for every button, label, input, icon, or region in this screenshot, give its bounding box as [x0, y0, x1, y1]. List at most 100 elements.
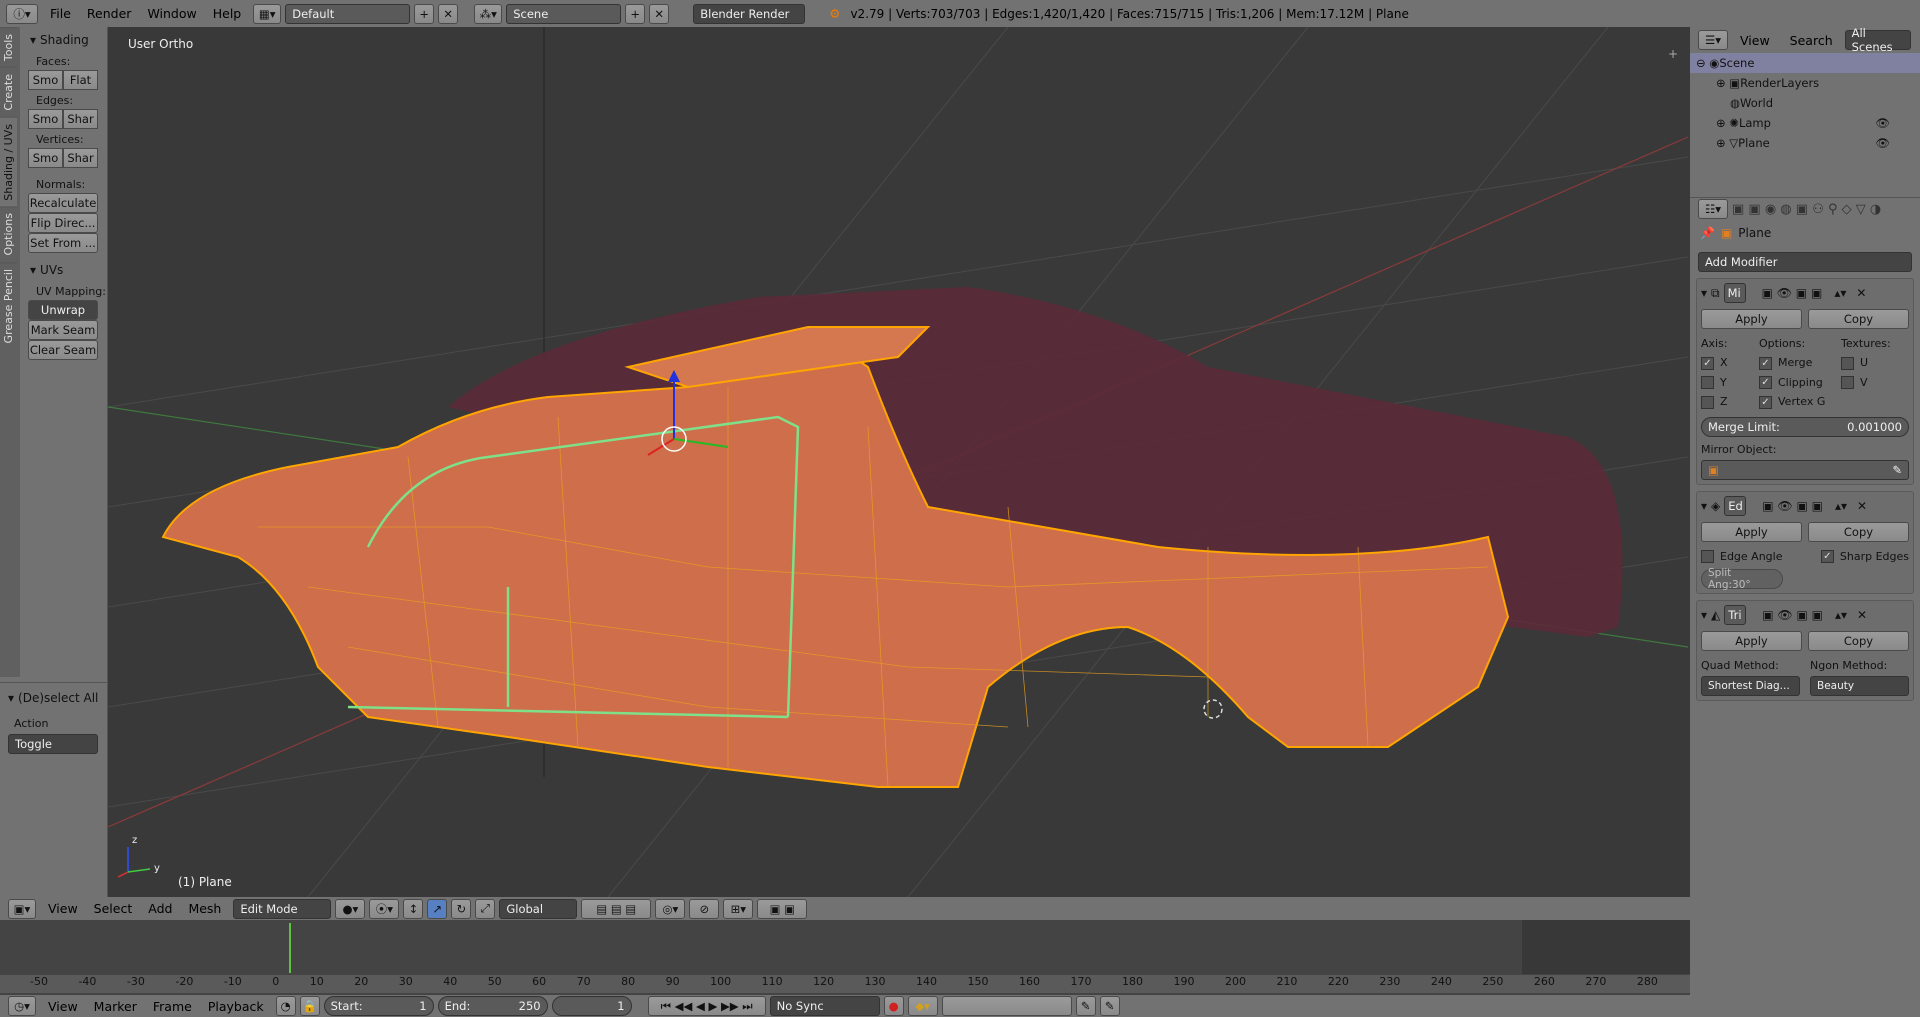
unwrap-menu-button[interactable]: Unwrap — [28, 300, 98, 320]
triangulate-collapse-icon[interactable]: ▾ — [1701, 608, 1707, 622]
tab-grease-pencil[interactable]: Grease Pencil — [0, 261, 17, 350]
rotate-button[interactable]: ↻ — [451, 898, 472, 919]
shading-panel-header[interactable]: ▾ Shading — [22, 29, 107, 51]
pin-icon[interactable]: 📌 — [1700, 226, 1715, 240]
outliner-item-plane[interactable]: ⊕ ▽ Plane 👁 — [1690, 133, 1920, 153]
playback-controls[interactable]: ⏮ ◀◀ ◀ ▶ ▶▶ ⏭ — [647, 996, 766, 1016]
lamp-visibility-icon[interactable]: 👁 — [1875, 116, 1890, 130]
add-layout-button[interactable]: + — [414, 3, 435, 24]
ngon-method-select[interactable]: Beauty — [1810, 676, 1909, 696]
mirror-display-icons[interactable]: ▣ 👁 ▣ ▣ — [1762, 286, 1823, 300]
keying-set-field[interactable] — [941, 996, 1072, 1016]
action-select[interactable]: Toggle — [8, 734, 98, 754]
viewport-corner-plus[interactable]: + — [1668, 47, 1678, 61]
menu-help[interactable]: Help — [205, 6, 250, 21]
edgesplit-collapse-icon[interactable]: ▾ — [1701, 499, 1707, 513]
merge-checkbox[interactable]: ✓ — [1759, 356, 1772, 370]
vertices-smooth-button[interactable]: Smo — [28, 148, 63, 168]
mirror-copy-button[interactable]: Copy — [1808, 309, 1909, 329]
outliner-menu-view[interactable]: View — [1732, 33, 1778, 48]
tab-create[interactable]: Create — [0, 67, 17, 117]
menu-mesh[interactable]: Mesh — [180, 901, 229, 916]
triangulate-move-icons[interactable]: ▴▾ — [1835, 608, 1847, 622]
clear-seam-button[interactable]: Clear Seam — [28, 340, 98, 360]
recalculate-button[interactable]: Recalculate — [28, 193, 98, 213]
lock-range-button[interactable]: 🔒 — [299, 996, 320, 1016]
edge-angle-checkbox[interactable] — [1701, 550, 1714, 563]
3d-cursor[interactable] — [1203, 699, 1223, 719]
delete-keyframe-button[interactable]: ✎ — [1099, 996, 1120, 1016]
snap-button[interactable]: ⊘ — [689, 898, 720, 919]
axis-x-checkbox[interactable]: ✓ — [1701, 356, 1714, 370]
plane-visibility-icon[interactable]: 👁 — [1875, 136, 1890, 150]
axis-y-checkbox[interactable] — [1701, 376, 1714, 389]
split-angle-field[interactable]: Split Ang:30° — [1701, 567, 1783, 591]
mirror-object-field[interactable]: ▣ ✎ — [1701, 459, 1909, 480]
uvs-panel-header[interactable]: ▾ UVs — [22, 259, 107, 281]
outliner-filter-select[interactable]: All Scenes — [1844, 26, 1911, 54]
snap-element-button[interactable]: ⊞▾ — [723, 898, 754, 919]
scene-field[interactable]: Scene — [506, 3, 622, 24]
edgesplit-close-icon[interactable]: ✕ — [1857, 499, 1867, 513]
keying-set-button[interactable]: ◆▾ — [907, 996, 938, 1016]
edgesplit-name-field[interactable]: Ed — [1724, 495, 1747, 516]
clipping-checkbox[interactable]: ✓ — [1759, 376, 1772, 389]
layers-button[interactable]: ▤ ▤ ▤ — [581, 898, 652, 919]
remove-layout-button[interactable]: ✕ — [438, 3, 459, 24]
sharp-edges-checkbox[interactable]: ✓ — [1820, 550, 1834, 563]
preview-range-button[interactable]: ◔ — [275, 996, 296, 1016]
outliner-item-world[interactable]: ◍ World — [1690, 93, 1920, 113]
translate-button[interactable]: ↗ — [427, 898, 448, 919]
remove-scene-button[interactable]: ✕ — [649, 3, 670, 24]
menu-render[interactable]: Render — [79, 6, 140, 21]
add-modifier-select[interactable]: Add Modifier — [1698, 252, 1912, 272]
info-editor-button[interactable]: ⓘ▾ — [6, 3, 38, 24]
tab-shading-uvs[interactable]: Shading / UVs — [0, 116, 17, 207]
timeline-menu-marker[interactable]: Marker — [86, 999, 145, 1014]
render-engine-select[interactable]: Blender Render — [693, 3, 806, 24]
tab-tools[interactable]: Tools — [0, 27, 17, 68]
timeline[interactable]: -50 -40 -30 -20 -10 0 10 20 30 40 50 60 70 80 90 100 110… — [0, 920, 1690, 995]
properties-tab-icons[interactable]: ▣ ▣ ◉ ◍ ▣ ⚇ ⚲ ◇ ▽ ◑ — [1732, 202, 1881, 217]
edgesplit-copy-button[interactable]: Copy — [1808, 521, 1909, 542]
outliner-item-scene[interactable]: ⊖ ◉ Scene — [1690, 53, 1920, 73]
orientation-select[interactable]: Global — [499, 898, 578, 919]
menu-window[interactable]: Window — [139, 6, 204, 21]
manipulator-toggle-button[interactable]: ↕ — [403, 898, 424, 919]
3d-viewport[interactable]: User Ortho z y (1) Plane + — [108, 27, 1688, 897]
outliner-menu-search[interactable]: Search — [1782, 33, 1841, 48]
outliner-item-renderlayers[interactable]: ⊕ ▣ RenderLayers — [1690, 73, 1920, 93]
timeline-current-frame-marker[interactable] — [289, 923, 291, 973]
timeline-menu-playback[interactable]: Playback — [200, 999, 272, 1014]
render-view-button[interactable]: ▣ ▣ — [757, 898, 808, 919]
insert-keyframe-button[interactable]: ✎ — [1075, 996, 1096, 1016]
timeline-editor-type[interactable]: ◷▾ — [8, 996, 36, 1016]
mirror-close-icon[interactable]: ✕ — [1856, 286, 1866, 300]
mark-seam-button[interactable]: Mark Seam — [28, 320, 98, 340]
menu-file[interactable]: File — [42, 6, 79, 21]
edges-smooth-button[interactable]: Smo — [28, 109, 63, 129]
menu-select[interactable]: Select — [86, 901, 141, 916]
edgesplit-move-icons[interactable]: ▴▾ — [1835, 499, 1847, 513]
triangulate-copy-button[interactable]: Copy — [1808, 631, 1909, 651]
triangulate-display-icons[interactable]: ▣ 👁 ▣ ▣ — [1762, 608, 1823, 622]
mode-select[interactable]: Edit Mode — [233, 898, 332, 919]
mirror-collapse-icon[interactable]: ▾ — [1701, 286, 1707, 300]
menu-view[interactable]: View — [40, 901, 86, 916]
edgesplit-apply-button[interactable]: Apply — [1701, 521, 1802, 542]
tab-options[interactable]: Options — [0, 206, 17, 262]
texture-v-checkbox[interactable] — [1841, 376, 1854, 389]
layout-field[interactable]: Default — [285, 3, 411, 24]
faces-flat-button[interactable]: Flat — [63, 70, 98, 90]
flip-direction-button[interactable]: Flip Direc... — [28, 213, 98, 233]
vertices-sharp-button[interactable]: Shar — [63, 148, 98, 168]
end-frame-field[interactable]: End: 250 — [437, 996, 548, 1016]
sync-select[interactable]: No Sync — [769, 996, 880, 1016]
record-button[interactable]: ● — [883, 996, 904, 1016]
faces-smooth-button[interactable]: Smo — [28, 70, 63, 90]
edges-sharp-button[interactable]: Shar — [63, 109, 98, 129]
scene-icon[interactable]: ⁂▾ — [474, 3, 503, 24]
axis-z-checkbox[interactable] — [1701, 395, 1714, 409]
quad-method-select[interactable]: Shortest Diag... — [1701, 676, 1800, 696]
triangulate-name-field[interactable]: Tri — [1724, 605, 1747, 625]
